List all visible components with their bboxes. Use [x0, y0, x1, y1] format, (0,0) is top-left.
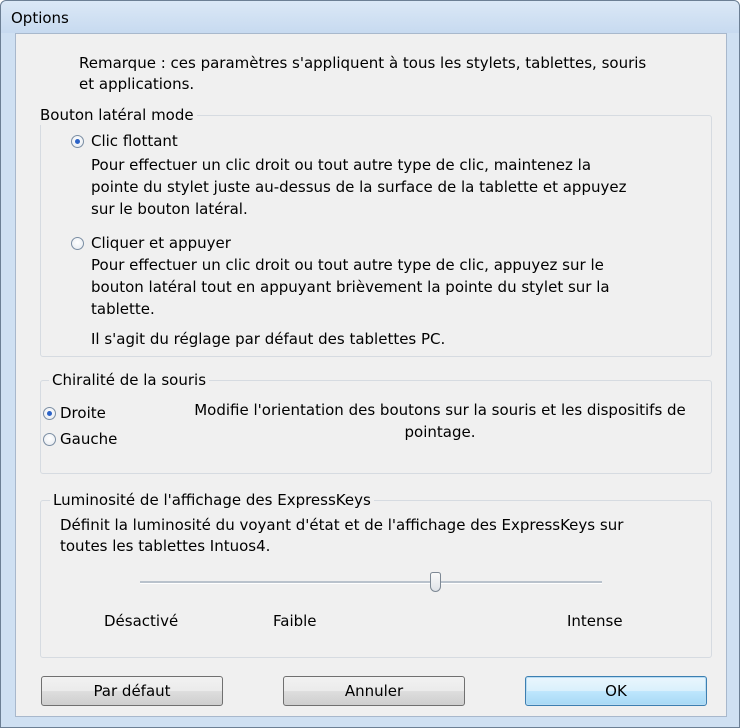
cliquer-et-appuyer-label[interactable]: Cliquer et appuyer	[91, 233, 231, 253]
clic-flottant-label[interactable]: Clic flottant	[91, 131, 178, 151]
droite-label[interactable]: Droite	[60, 403, 106, 423]
dialog-body: Remarque : ces paramètres s'appliquent à…	[15, 33, 727, 717]
cliquer-et-appuyer-description: tablette.	[91, 300, 155, 318]
default-button[interactable]: Par défaut	[41, 676, 223, 706]
note-text-line2: et applications.	[79, 75, 195, 93]
clic-flottant-description: sur le bouton latéral.	[91, 200, 248, 218]
brightness-slider-thumb[interactable]	[430, 572, 442, 592]
handedness-legend: Chiralité de la souris	[49, 370, 210, 390]
title-bar[interactable]: Options	[1, 1, 739, 33]
handedness-description: Modifie l'orientation des boutons sur la…	[194, 401, 686, 419]
clic-flottant-description: Pour effectuer un clic droit ou tout aut…	[91, 156, 592, 174]
gauche-label[interactable]: Gauche	[60, 429, 117, 449]
slider-label-low: Faible	[273, 612, 317, 630]
options-dialog: Options Remarque : ces paramètres s'appl…	[0, 0, 740, 728]
cliquer-et-appuyer-description: Pour effectuer un clic droit ou tout aut…	[91, 256, 604, 274]
ok-button[interactable]: OK	[525, 676, 707, 706]
cancel-button[interactable]: Annuler	[283, 676, 465, 706]
cliquer-et-appuyer-description: bouton latéral tout en appuyant brièveme…	[91, 278, 610, 296]
brightness-description: Définit la luminosité du voyant d'état e…	[60, 516, 624, 534]
handedness-description-line2: pointage.	[404, 423, 476, 441]
side-button-mode-legend: Bouton latéral mode	[37, 105, 197, 125]
clic-flottant-description: pointe du stylet juste au-dessus de la s…	[91, 178, 627, 196]
droite-radio[interactable]	[43, 407, 56, 420]
note-text: Remarque : ces paramètres s'appliquent à…	[79, 54, 647, 72]
brightness-legend: Luminosité de l'affichage des ExpressKey…	[50, 490, 374, 510]
default-setting-note: Il s'agit du réglage par défaut des tabl…	[91, 330, 446, 348]
brightness-description-line2: toutes les tablettes Intuos4.	[60, 537, 271, 555]
gauche-radio[interactable]	[43, 433, 56, 446]
slider-label-off: Désactivé	[104, 612, 179, 630]
dialog-title: Options	[11, 9, 69, 27]
cliquer-et-appuyer-radio[interactable]	[71, 237, 84, 250]
brightness-slider-track[interactable]	[140, 581, 602, 584]
clic-flottant-radio[interactable]	[71, 135, 84, 148]
slider-label-high: Intense	[567, 612, 623, 630]
